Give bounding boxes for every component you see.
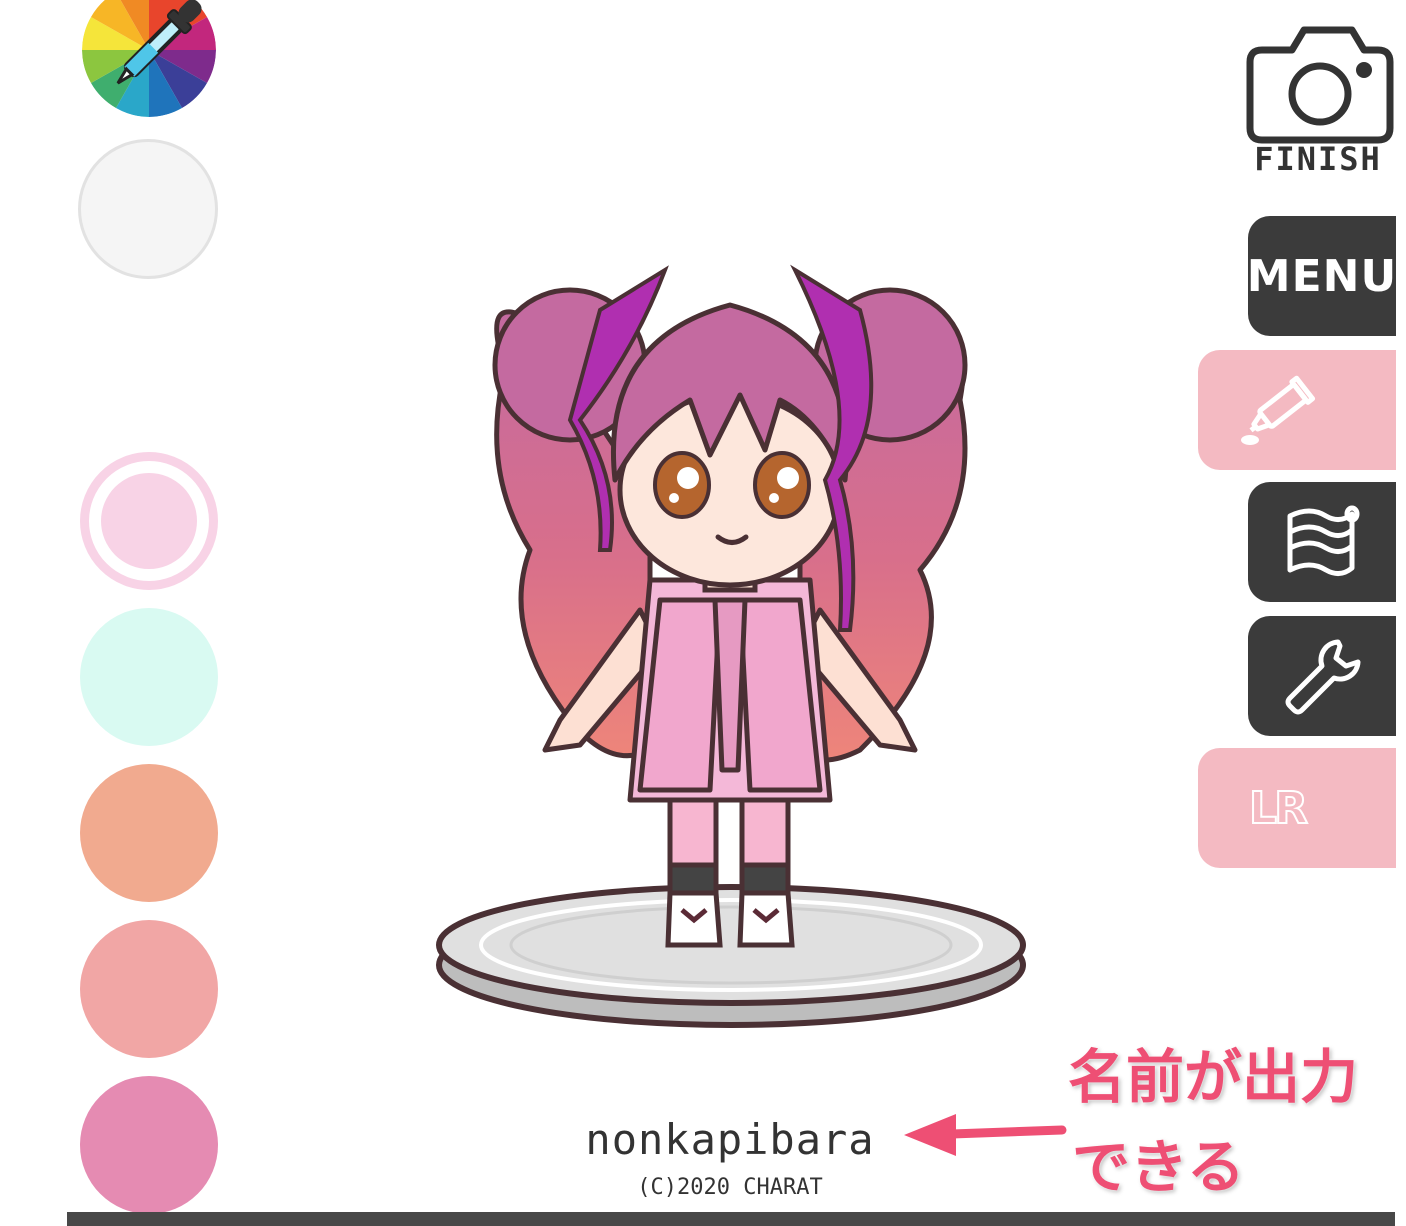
annotation-arrow-icon bbox=[896, 1104, 1068, 1166]
menu-label: MENU bbox=[1246, 250, 1398, 302]
annotation-line-2: できる bbox=[1069, 1130, 1248, 1204]
pedestal bbox=[436, 884, 1026, 1028]
color-swatch-salmon[interactable] bbox=[80, 920, 218, 1058]
annotation-line-1: 名前が出力 bbox=[1065, 1040, 1361, 1114]
finish-label: FINISH bbox=[1254, 140, 1382, 178]
color-picker-button[interactable] bbox=[80, 0, 218, 118]
color-swatch-rose[interactable] bbox=[80, 1076, 218, 1214]
color-swatch-mint[interactable] bbox=[80, 608, 218, 746]
menu-button[interactable]: MENU bbox=[1246, 216, 1398, 336]
color-swatch-light-pink-selected[interactable] bbox=[80, 452, 218, 590]
color-swatch-peach[interactable] bbox=[80, 764, 218, 902]
paint-button[interactable] bbox=[1198, 350, 1396, 470]
character-preview bbox=[436, 264, 1026, 1028]
color-swatch-white[interactable] bbox=[78, 139, 218, 279]
character-name: nonkapibara bbox=[585, 1115, 875, 1164]
lr-label: LR bbox=[1248, 782, 1309, 835]
selected-swatch-fill bbox=[101, 473, 197, 569]
wrench-icon bbox=[1285, 639, 1361, 715]
flip-lr-button[interactable]: LR bbox=[1198, 748, 1396, 868]
settings-button[interactable] bbox=[1248, 616, 1396, 736]
paint-tube-icon bbox=[1241, 375, 1316, 445]
background-button[interactable] bbox=[1248, 482, 1396, 602]
bottom-bar bbox=[67, 1212, 1395, 1226]
copyright-text: (C)2020 CHARAT bbox=[637, 1175, 823, 1200]
eyedropper-icon bbox=[82, 0, 216, 117]
fabric-roll-icon bbox=[1287, 505, 1360, 576]
camera-icon bbox=[1246, 26, 1394, 144]
